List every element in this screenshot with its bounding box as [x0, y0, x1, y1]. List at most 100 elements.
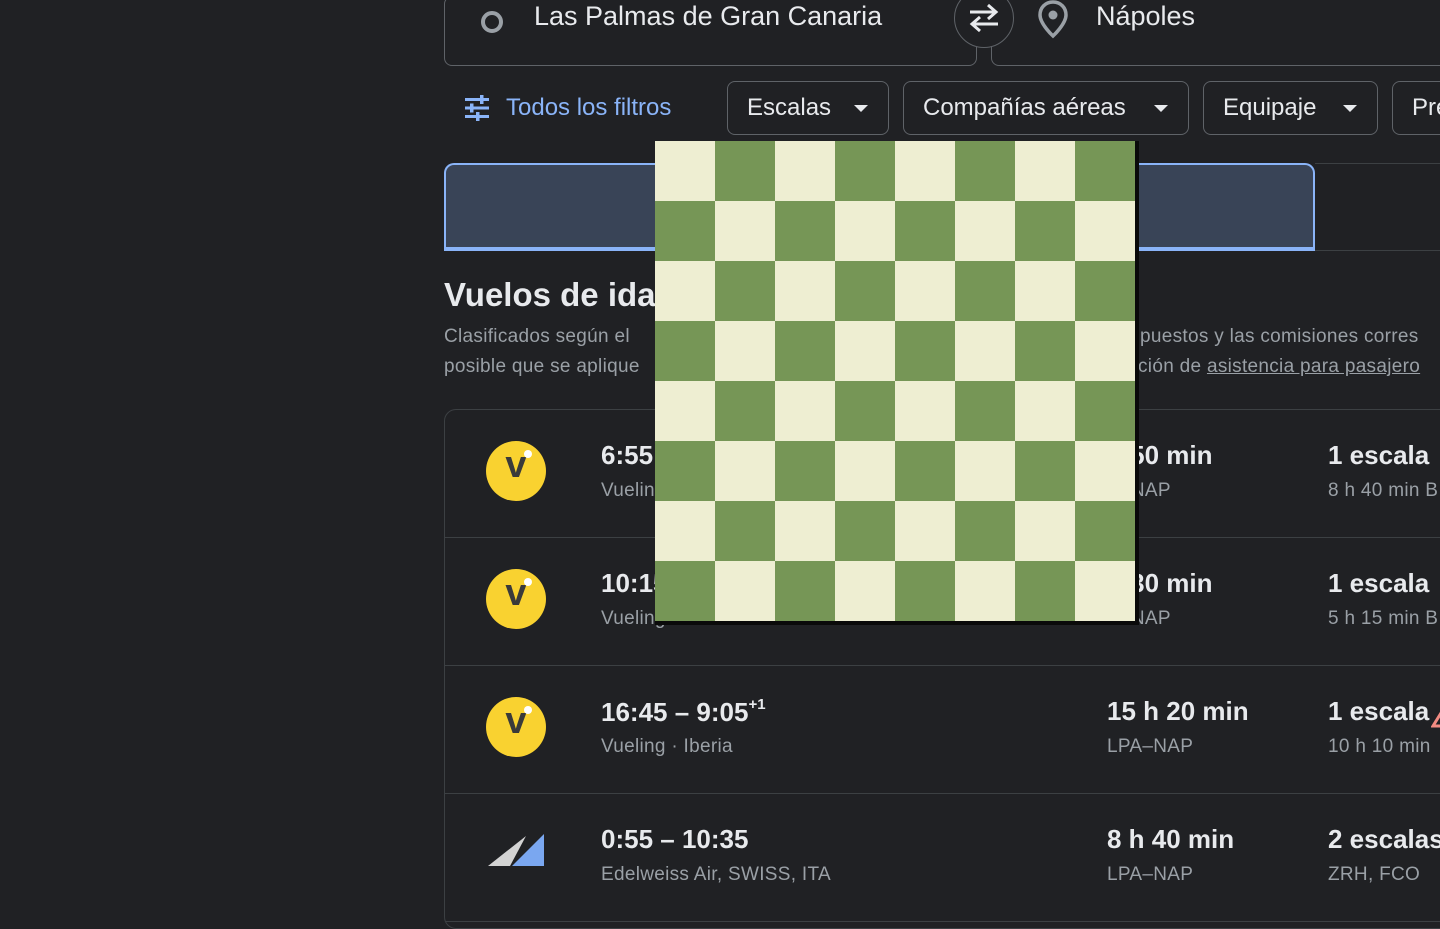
- board-square[interactable]: [775, 321, 835, 381]
- board-square[interactable]: [1075, 501, 1135, 561]
- board-square[interactable]: [895, 441, 955, 501]
- chessboard-overlay[interactable]: [655, 141, 1139, 625]
- board-square[interactable]: [775, 381, 835, 441]
- board-square[interactable]: [955, 201, 1015, 261]
- board-square[interactable]: [775, 501, 835, 561]
- board-square[interactable]: [1015, 141, 1075, 201]
- board-square[interactable]: [775, 441, 835, 501]
- flight-times-text: 16:45 – 9:05: [601, 697, 749, 727]
- board-square[interactable]: [775, 561, 835, 621]
- board-square[interactable]: [955, 381, 1015, 441]
- flight-duration: 15 h 20 min: [1107, 696, 1249, 726]
- vueling-logo-glyph: v: [505, 700, 527, 742]
- vueling-logo-glyph: v: [505, 444, 527, 486]
- board-square[interactable]: [895, 381, 955, 441]
- board-square[interactable]: [655, 261, 715, 321]
- board-square[interactable]: [1075, 261, 1135, 321]
- origin-input[interactable]: Las Palmas de Gran Canaria: [534, 1, 882, 32]
- destination-field[interactable]: Nápoles: [991, 0, 1440, 66]
- chip-label: Escalas: [747, 94, 832, 121]
- board-square[interactable]: [955, 561, 1015, 621]
- flight-times: 16:45 – 9:05+1: [601, 696, 766, 728]
- board-square[interactable]: [655, 141, 715, 201]
- board-square[interactable]: [895, 261, 955, 321]
- board-square[interactable]: [1075, 561, 1135, 621]
- board-square[interactable]: [655, 321, 715, 381]
- board-square[interactable]: [715, 561, 775, 621]
- board-square[interactable]: [775, 201, 835, 261]
- board-square[interactable]: [1075, 321, 1135, 381]
- board-square[interactable]: [835, 441, 895, 501]
- board-square[interactable]: [895, 501, 955, 561]
- vueling-logo: v: [486, 697, 546, 757]
- board-square[interactable]: [895, 141, 955, 201]
- vueling-logo: v: [486, 569, 546, 629]
- board-square[interactable]: [775, 261, 835, 321]
- bags-filter-chip[interactable]: Equipaje: [1203, 81, 1378, 135]
- flight-row[interactable]: 0:55 – 10:35 Edelweiss Air, SWISS, ITA 8…: [445, 794, 1440, 922]
- board-square[interactable]: [715, 261, 775, 321]
- board-square[interactable]: [1015, 261, 1075, 321]
- flight-times-text: 0:55 – 10:35: [601, 824, 749, 854]
- board-square[interactable]: [655, 501, 715, 561]
- board-square[interactable]: [715, 381, 775, 441]
- logo-dot: [524, 706, 532, 714]
- board-square[interactable]: [835, 261, 895, 321]
- board-square[interactable]: [1075, 441, 1135, 501]
- flight-stops: 1 escala: [1328, 696, 1430, 726]
- destination-input[interactable]: Nápoles: [1096, 1, 1195, 32]
- board-square[interactable]: [655, 441, 715, 501]
- board-square[interactable]: [895, 201, 955, 261]
- tab-bar-rest: [1315, 163, 1440, 251]
- board-square[interactable]: [775, 141, 835, 201]
- origin-field[interactable]: Las Palmas de Gran Canaria: [444, 0, 977, 66]
- board-square[interactable]: [715, 441, 775, 501]
- board-square[interactable]: [895, 561, 955, 621]
- board-square[interactable]: [835, 141, 895, 201]
- passenger-assistance-link[interactable]: asistencia para pasajero: [1207, 356, 1420, 377]
- airlines-filter-chip[interactable]: Compañías aéreas: [903, 81, 1189, 135]
- board-square[interactable]: [655, 561, 715, 621]
- board-square[interactable]: [1075, 201, 1135, 261]
- board-square[interactable]: [835, 201, 895, 261]
- circle-icon: [481, 11, 503, 33]
- board-square[interactable]: [1015, 381, 1075, 441]
- board-square[interactable]: [835, 321, 895, 381]
- board-square[interactable]: [715, 501, 775, 561]
- board-square[interactable]: [655, 381, 715, 441]
- board-square[interactable]: [835, 561, 895, 621]
- chip-label: Compañías aéreas: [923, 94, 1126, 121]
- description-text: puestos y las comisiones corres: [1140, 326, 1419, 347]
- all-filters-button[interactable]: Todos los filtros: [462, 82, 671, 134]
- board-square[interactable]: [955, 501, 1015, 561]
- board-square[interactable]: [835, 381, 895, 441]
- board-square[interactable]: [955, 261, 1015, 321]
- board-square[interactable]: [1015, 321, 1075, 381]
- flight-row[interactable]: v 16:45 – 9:05+1 Vueling · Iberia 15 h 2…: [445, 666, 1440, 794]
- board-square[interactable]: [955, 441, 1015, 501]
- board-square[interactable]: [955, 321, 1015, 381]
- tune-icon: [465, 95, 489, 121]
- board-square[interactable]: [1015, 501, 1075, 561]
- board-square[interactable]: [715, 141, 775, 201]
- board-square[interactable]: [1015, 561, 1075, 621]
- price-filter-chip[interactable]: Pre: [1392, 81, 1440, 135]
- description-text: ción de: [1138, 356, 1207, 377]
- board-square[interactable]: [715, 201, 775, 261]
- board-square[interactable]: [715, 321, 775, 381]
- board-square[interactable]: [655, 201, 715, 261]
- board-square[interactable]: [1015, 201, 1075, 261]
- vueling-logo-glyph: v: [505, 572, 527, 614]
- flight-stops: 2 escalas: [1328, 824, 1440, 854]
- board-square[interactable]: [835, 501, 895, 561]
- board-square[interactable]: [895, 321, 955, 381]
- board-square[interactable]: [1015, 441, 1075, 501]
- flight-carrier: Vuelin: [601, 480, 655, 501]
- board-square[interactable]: [955, 141, 1015, 201]
- stops-filter-chip[interactable]: Escalas: [727, 81, 889, 135]
- location-pin-icon: [1036, 0, 1070, 44]
- board-square[interactable]: [1075, 141, 1135, 201]
- all-filters-label: Todos los filtros: [506, 94, 672, 121]
- board-square[interactable]: [1075, 381, 1135, 441]
- flight-times: 0:55 – 10:35: [601, 824, 748, 855]
